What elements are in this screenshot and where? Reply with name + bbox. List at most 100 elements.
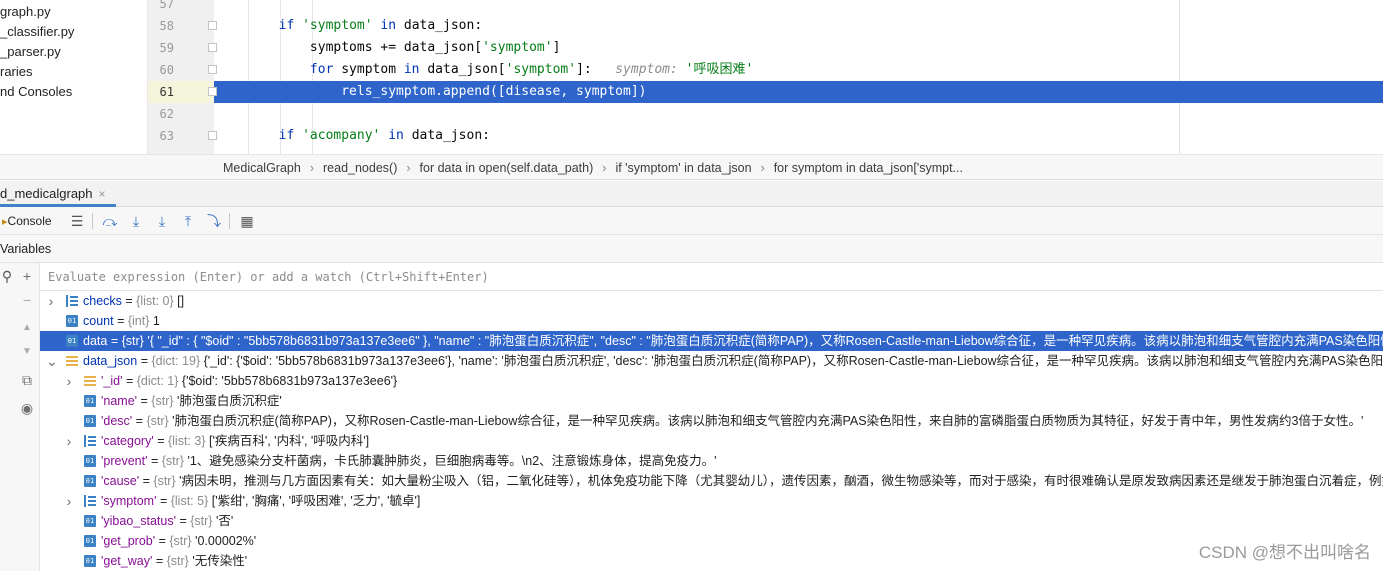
- step-over-icon[interactable]: ⤼: [101, 212, 119, 230]
- variable-row[interactable]: ⌄ data_json = {dict: 19} {'_id': {'$oid':…: [40, 351, 1383, 371]
- remove-watch-icon[interactable]: −: [18, 291, 36, 309]
- variable-row[interactable]: 01'cause' = {str} '病因未明，推测与几方面因素有关：如大量粉尘…: [40, 471, 1383, 491]
- line-number: 57: [159, 0, 174, 11]
- variable-type: {str}: [153, 474, 176, 488]
- variable-row[interactable]: 01'get_prob' = {str} '0.00002%': [40, 531, 1383, 551]
- variable-row[interactable]: › '_id' = {dict: 1} {'$oid': '5bb578b6831…: [40, 371, 1383, 391]
- int-type-icon: 01: [66, 335, 78, 347]
- list-type-icon: [66, 295, 78, 307]
- line-number: 58: [159, 19, 174, 33]
- code-line-current[interactable]: 61 rels_symptom.append([disease, symptom…: [148, 81, 1383, 103]
- variable-row[interactable]: 01'get_way' = {str} '无传染性': [40, 551, 1383, 571]
- variable-name: checks: [83, 294, 122, 308]
- add-watch-icon[interactable]: +: [18, 267, 36, 285]
- code-editor[interactable]: 57 58 if 'symptom' in data_json: 59 sympto…: [148, 0, 1383, 154]
- move-up-icon[interactable]: ▲: [18, 319, 36, 337]
- debug-session-label: d_medicalgraph: [0, 186, 93, 201]
- copy-icon[interactable]: ⧉: [18, 371, 36, 389]
- debug-tab-bar: d_medicalgraph ×: [0, 181, 1383, 207]
- breadcrumb-separator-icon: ›: [309, 161, 314, 175]
- line-number: 63: [159, 129, 174, 143]
- code-text: for symptom in data_json['symptom']: sym…: [309, 62, 754, 77]
- code-line[interactable]: 57: [148, 0, 1383, 15]
- project-tree-item[interactable]: nd Consoles: [0, 82, 147, 102]
- variable-row[interactable]: 01'name' = {str} '肺泡蛋白质沉积症': [40, 391, 1383, 411]
- variables-side-toolbar: ⚲ + − ▲ ▼ ⧉ ◉: [0, 263, 40, 571]
- variable-value: ['紫绀', '胸痛', '呼吸困难', '乏力', '毓卓']: [211, 494, 421, 508]
- variables-header: Variables: [0, 235, 1383, 263]
- breadcrumb-item[interactable]: read_nodes(): [323, 161, 397, 175]
- variable-row[interactable]: 01 data = {str} '{ "_id" : { "$oid" : "5b…: [40, 331, 1383, 351]
- list-type-icon: [84, 495, 96, 507]
- code-text: rels_symptom.append([disease, symptom]): [341, 84, 647, 99]
- variable-type: {dict: 19}: [151, 354, 201, 368]
- variable-row[interactable]: ›'symptom' = {list: 5} ['紫绀', '胸痛', '呼吸困…: [40, 491, 1383, 511]
- variable-value: ['疾病百科', '内科', '呼吸内科']: [208, 434, 370, 448]
- move-down-icon[interactable]: ▼: [18, 343, 36, 361]
- variable-row[interactable]: 01'prevent' = {str} '1、避免感染分支杆菌病，卡氏肺囊肿肺炎…: [40, 451, 1383, 471]
- variable-row[interactable]: 01'yibao_status' = {str} '否': [40, 511, 1383, 531]
- int-type-icon: 01: [84, 455, 96, 467]
- variable-row[interactable]: › checks = {list: 0} []: [40, 291, 1383, 311]
- chevron-right-icon[interactable]: ›: [46, 291, 56, 311]
- variable-row[interactable]: 01'desc' = {str} '肺泡蛋白质沉积症(简称PAP)，又称Rose…: [40, 411, 1383, 431]
- breadcrumb-item[interactable]: if 'symptom' in data_json: [615, 161, 751, 175]
- variable-name: 'prevent': [101, 454, 148, 468]
- chevron-down-icon[interactable]: ⌄: [46, 351, 58, 371]
- code-line[interactable]: 59 symptoms += data_json['symptom']: [148, 37, 1383, 59]
- line-number: 59: [159, 41, 174, 55]
- code-line[interactable]: 63 if 'acompany' in data_json:: [148, 125, 1383, 147]
- project-tree: graph.py _classifier.py _parser.py raries nd…: [0, 0, 148, 154]
- list-type-icon: [84, 435, 96, 447]
- line-number: 61: [148, 81, 214, 103]
- variable-type: {str}: [166, 554, 189, 568]
- console-tab[interactable]: ▸Console: [2, 211, 52, 231]
- breadcrumb-item[interactable]: MedicalGraph: [223, 161, 301, 175]
- chevron-right-icon[interactable]: ›: [64, 491, 74, 511]
- menu-lines-icon[interactable]: ☰: [68, 212, 86, 230]
- variables-title: Variables: [0, 242, 52, 256]
- int-type-icon: 01: [84, 515, 96, 527]
- project-tree-item[interactable]: _parser.py: [0, 42, 147, 62]
- breadcrumb-item[interactable]: for data in open(self.data_path): [420, 161, 594, 175]
- variable-value: {'$oid': '5bb578b6831b973a137e3ee6'}: [181, 374, 398, 388]
- int-type-icon: 01: [84, 555, 96, 567]
- project-tree-item[interactable]: raries: [0, 62, 147, 82]
- line-number: 60: [159, 63, 174, 77]
- evaluate-expression-input[interactable]: [48, 267, 948, 287]
- chevron-right-icon[interactable]: ›: [64, 371, 74, 391]
- step-into-my-code-icon[interactable]: ⤓: [153, 212, 171, 230]
- table-icon[interactable]: ▦: [238, 212, 256, 230]
- code-text: symptoms += data_json['symptom']: [309, 40, 561, 55]
- variable-row[interactable]: ›'category' = {list: 3} ['疾病百科', '内科', '…: [40, 431, 1383, 451]
- breadcrumb-separator-icon: ›: [602, 161, 607, 175]
- code-line[interactable]: 62: [148, 103, 1383, 125]
- step-out-icon[interactable]: ⤒: [179, 212, 197, 230]
- project-tree-item[interactable]: graph.py: [0, 2, 147, 22]
- variable-type: {int}: [127, 314, 150, 328]
- breadcrumb-item[interactable]: for symptom in data_json['sympt...: [774, 161, 963, 175]
- variable-value: '无传染性': [192, 554, 248, 568]
- debug-session-tab[interactable]: d_medicalgraph ×: [0, 181, 116, 207]
- variable-value: '1、避免感染分支杆菌病，卡氏肺囊肿肺炎，巨细胞病毒等。\n2、注意锻炼身体，提…: [187, 454, 717, 468]
- int-type-icon: 01: [84, 475, 96, 487]
- project-tree-item[interactable]: _classifier.py: [0, 22, 147, 42]
- variable-name: count: [83, 314, 114, 328]
- int-type-icon: 01: [84, 395, 96, 407]
- toolbar-separator: [92, 213, 93, 229]
- console-label: Console: [7, 214, 52, 228]
- search-icon[interactable]: ⚲: [0, 267, 16, 285]
- step-into-icon[interactable]: ⤓: [127, 212, 145, 230]
- line-number: 62: [159, 107, 174, 121]
- code-line[interactable]: 60 for symptom in data_json['symptom']: …: [148, 59, 1383, 81]
- close-icon[interactable]: ×: [99, 187, 106, 201]
- chevron-right-icon[interactable]: ›: [64, 431, 74, 451]
- variable-value: []: [177, 294, 185, 308]
- run-to-cursor-icon[interactable]: ⤵: [205, 212, 223, 230]
- breadcrumb-bar: MedicalGraph › read_nodes() › for data in op…: [0, 154, 1383, 180]
- variable-row[interactable]: 01 count = {int} 1: [40, 311, 1383, 331]
- variable-name: 'yibao_status': [101, 514, 176, 528]
- eye-icon[interactable]: ◉: [18, 399, 36, 417]
- code-line[interactable]: 58 if 'symptom' in data_json:: [148, 15, 1383, 37]
- variable-name: '_id': [101, 374, 123, 388]
